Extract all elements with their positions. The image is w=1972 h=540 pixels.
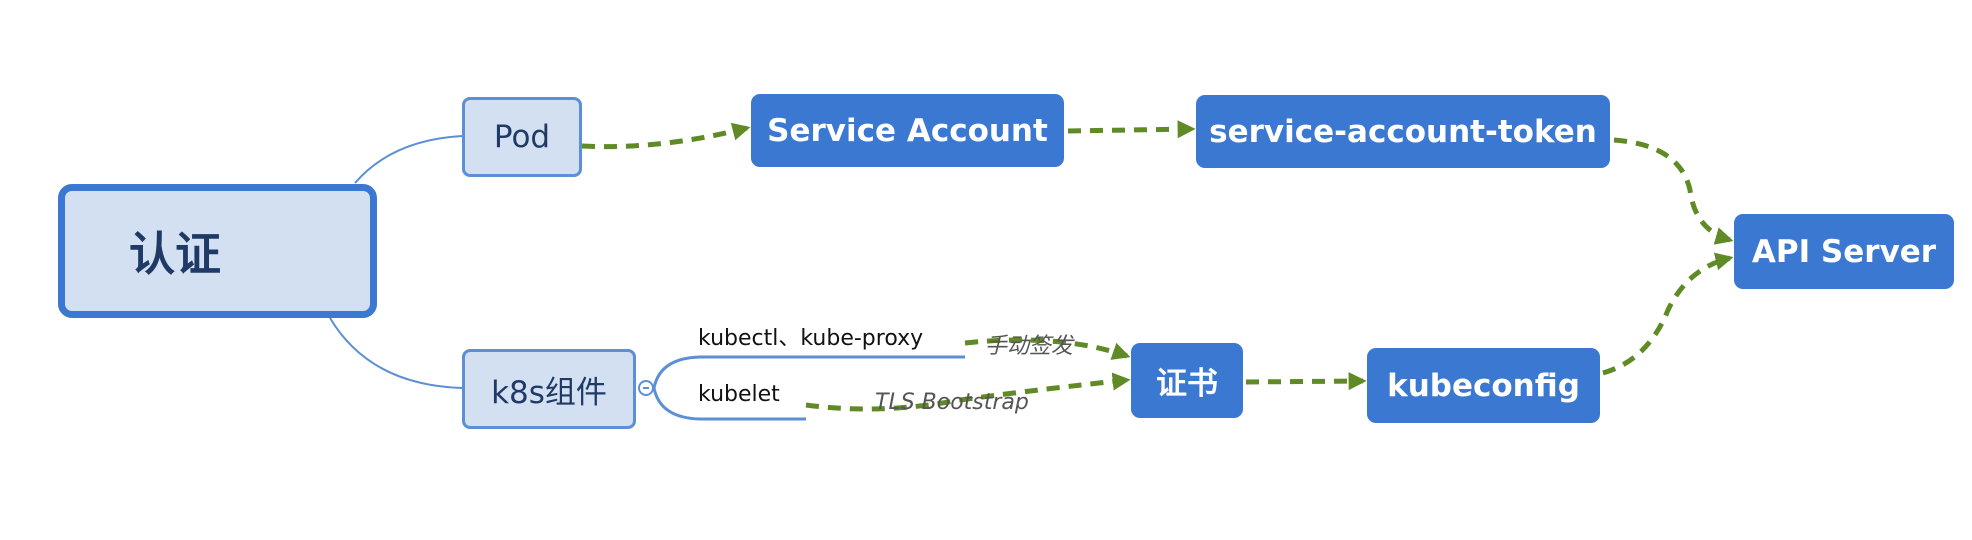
- service-account-token-node: service-account-token: [1196, 95, 1610, 168]
- service-account-node: Service Account: [751, 94, 1064, 167]
- token-to-api-server-arrow: [1613, 137, 1734, 245]
- kubectl-kube-proxy-label: kubectl、kube-proxy: [698, 326, 924, 351]
- root-to-pod-connector: [354, 135, 463, 184]
- root-to-k8s-connector: [329, 317, 463, 389]
- k8s-components-node: k8s组件: [462, 349, 636, 429]
- cert-to-kubeconfig-arrow: [1245, 372, 1367, 391]
- pod-node: Pod: [462, 97, 582, 177]
- auth-diagram: 认证 Pod k8s组件 kubectl、kube-proxy kubelet …: [0, 0, 1972, 540]
- collapse-toggle-icon[interactable]: [638, 380, 654, 396]
- pod-to-service-account-arrow: [581, 122, 751, 150]
- kubelet-label: kubelet: [698, 382, 780, 407]
- api-server-node: API Server: [1734, 214, 1954, 289]
- service-account-to-token-arrow: [1067, 120, 1196, 139]
- cert-node: 证书: [1131, 343, 1243, 418]
- kubeconfig-to-api-server-arrow: [1602, 252, 1734, 376]
- tls-bootstrap-edge-label: TLS Bootstrap: [875, 390, 1029, 415]
- root-node-auth: 认证: [58, 184, 377, 318]
- manual-issue-edge-label: 手动签发: [985, 334, 1074, 359]
- kubeconfig-node: kubeconfig: [1367, 348, 1600, 423]
